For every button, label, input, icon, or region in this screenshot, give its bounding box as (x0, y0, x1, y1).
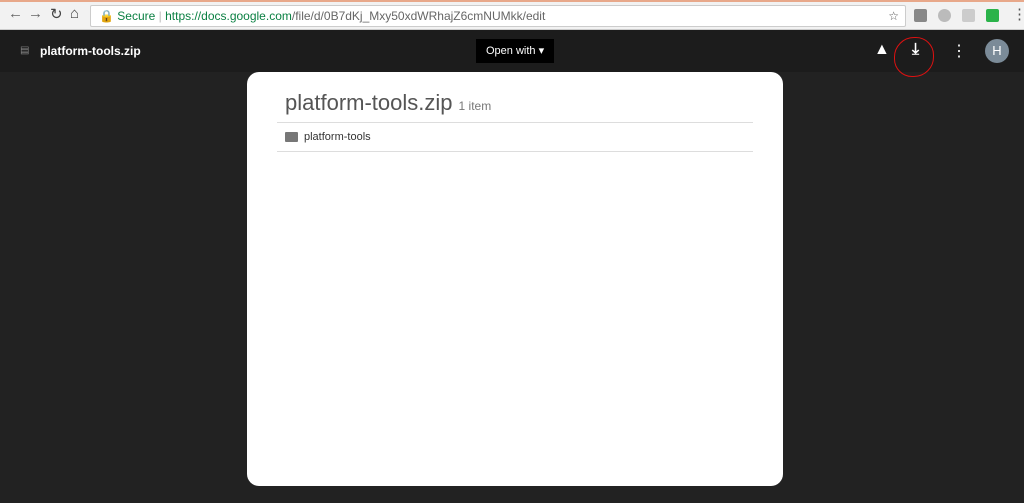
annotation-circle (894, 37, 934, 77)
file-icon: ▤ (20, 45, 30, 56)
back-icon[interactable]: ← (8, 5, 23, 22)
menu-icon[interactable]: ⋮ (1012, 5, 1024, 23)
open-with-button[interactable]: Open with ▾ (476, 39, 555, 63)
address-bar[interactable]: 🔒 Secure | https://docs.google.com/file/… (90, 5, 906, 27)
item-count: 1 item (458, 99, 492, 113)
secure-label: Secure (117, 9, 156, 23)
card-title: platform-tools.zip (285, 90, 453, 115)
browser-toolbar: ← → ↻ ⌂ 🔒 Secure | https://docs.google.c… (0, 0, 1024, 30)
more-options-icon[interactable]: ⋮ (951, 41, 967, 61)
extension-icon[interactable] (938, 9, 951, 22)
url-path: /file/d/0B7dKj_Mxy50xdWRhajZ6cmNUMkk/edi… (291, 9, 546, 23)
viewer-topbar: ▤ platform-tools.zip Open with ▾ ▲ ⤓ ⋮ H (0, 30, 1024, 72)
avatar[interactable]: H (985, 39, 1009, 63)
lock-icon: 🔒 (99, 9, 114, 23)
extension-icon[interactable] (986, 9, 999, 22)
file-title: platform-tools.zip (40, 44, 141, 58)
folder-icon (285, 132, 298, 142)
reload-icon[interactable]: ↻ (50, 5, 63, 23)
zip-contents-card: platform-tools.zip 1 item platform-tools (247, 72, 783, 486)
url-host: https://docs.google.com (165, 9, 292, 23)
list-item[interactable]: platform-tools (277, 123, 753, 151)
open-with-label: Open with (486, 45, 536, 57)
extension-icon[interactable] (914, 9, 927, 22)
home-icon[interactable]: ⌂ (70, 5, 79, 22)
forward-icon[interactable]: → (28, 5, 43, 22)
extension-icon[interactable] (962, 9, 975, 22)
star-icon[interactable]: ☆ (888, 6, 899, 26)
add-to-drive-icon[interactable]: ▲ (874, 41, 890, 59)
divider (277, 151, 753, 152)
item-name: platform-tools (304, 131, 371, 143)
